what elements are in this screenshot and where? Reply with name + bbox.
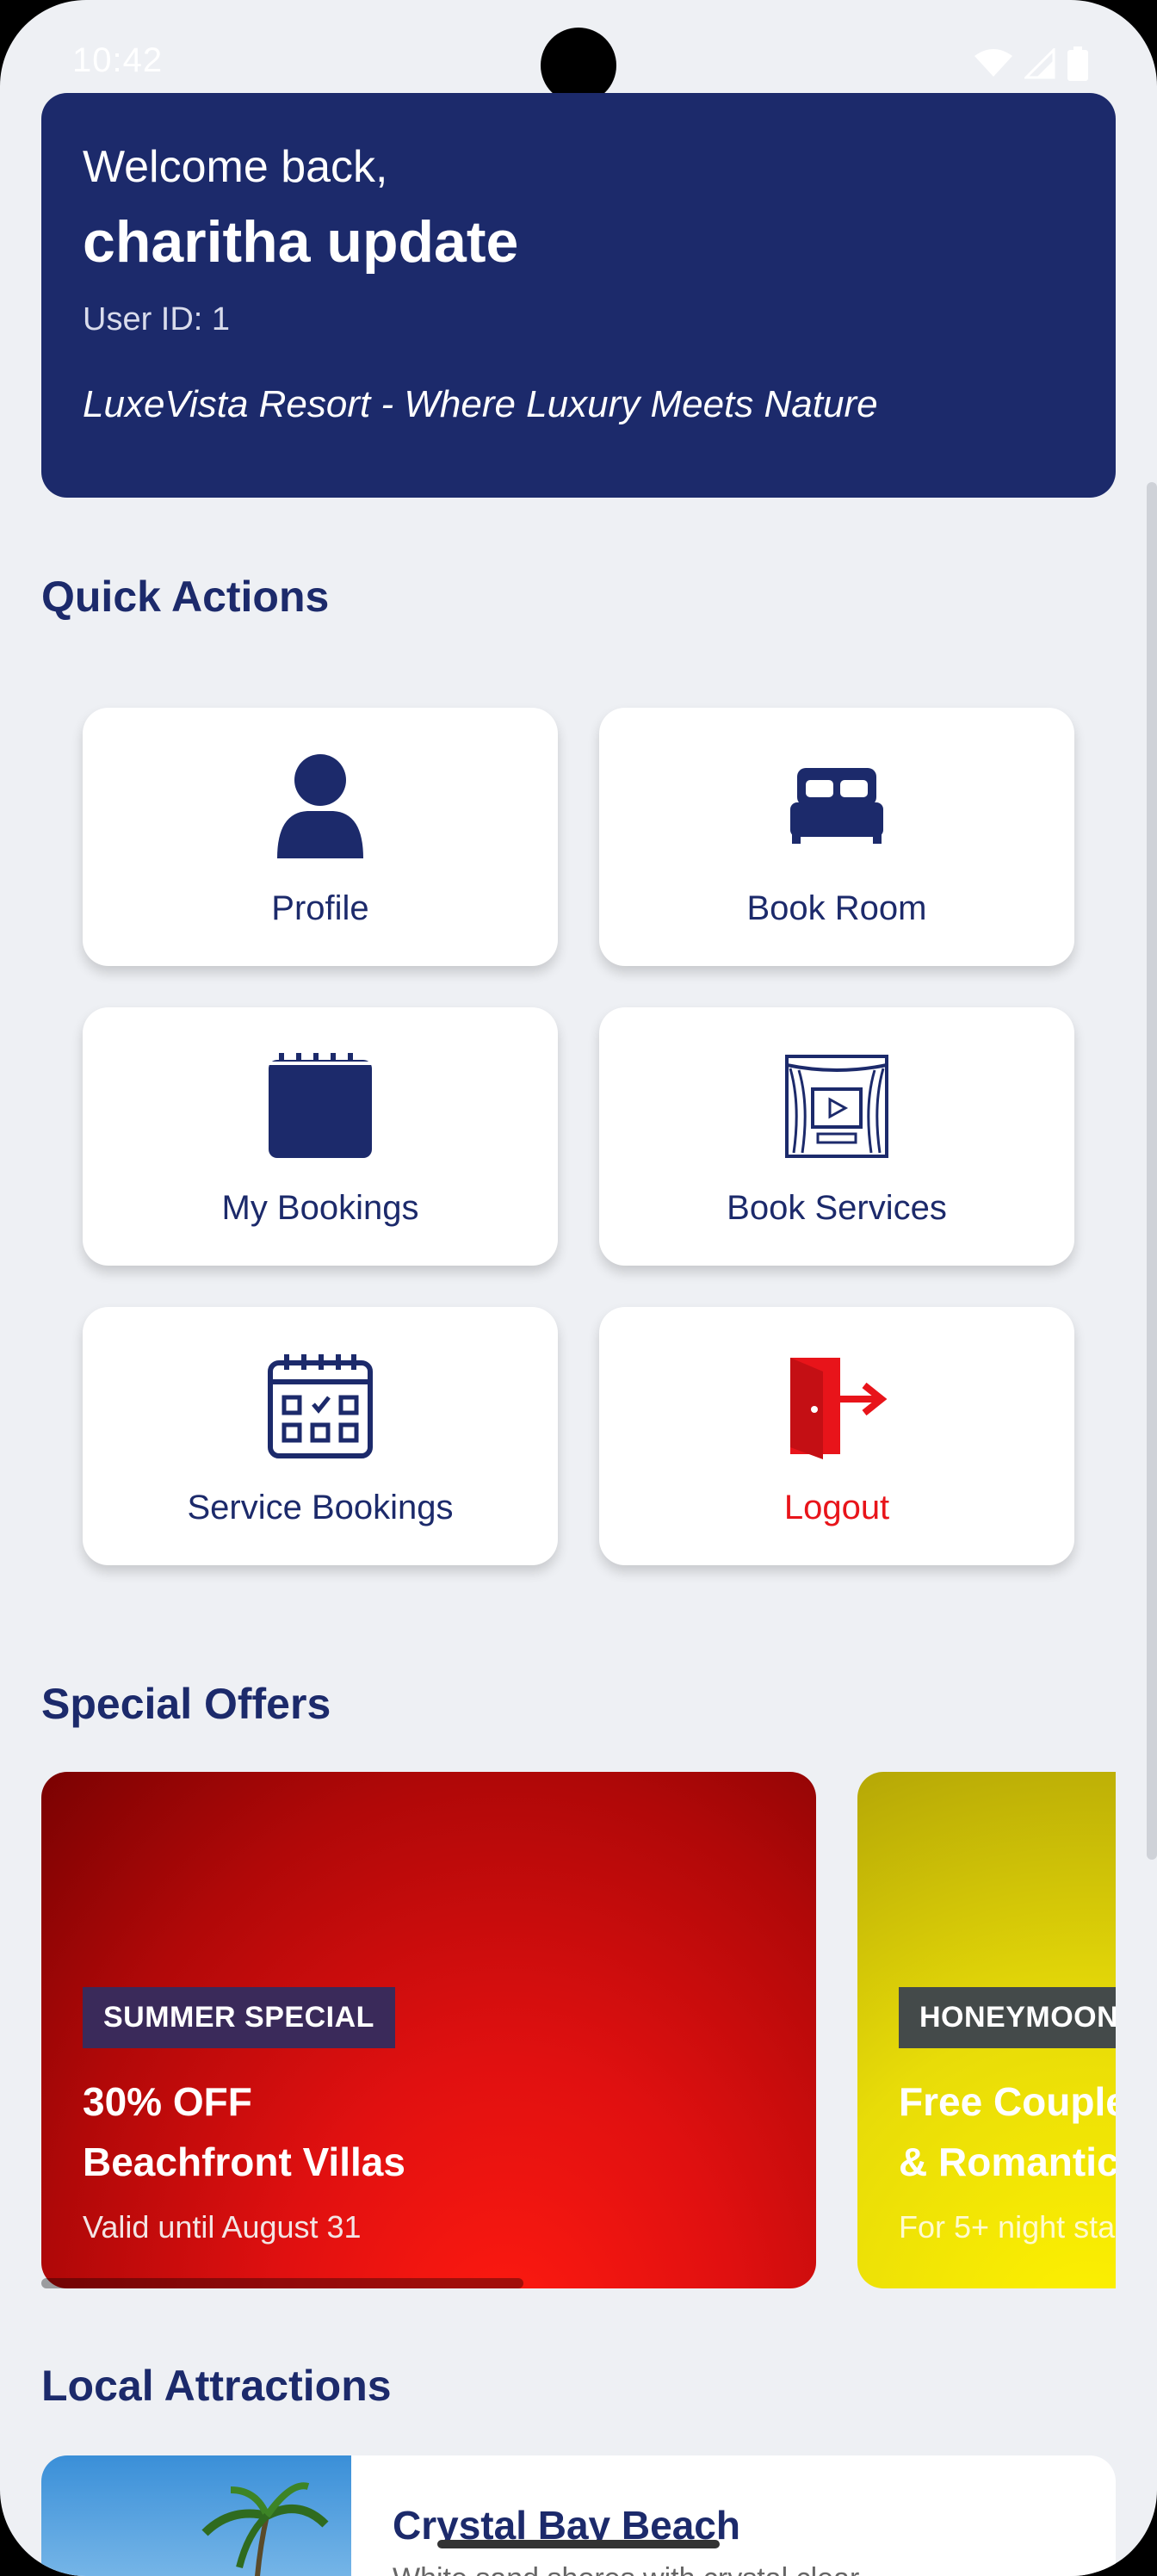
calendar-icon — [260, 1046, 381, 1167]
attraction-card[interactable]: Crystal Bay Beach White sand shores with… — [41, 2455, 1116, 2576]
offer-card[interactable]: SUMMER SPECIAL 30% OFF Beachfront Villas… — [41, 1772, 816, 2288]
welcome-card: Welcome back, charitha update User ID: 1… — [41, 93, 1116, 498]
home-indicator[interactable] — [437, 2540, 720, 2548]
quick-actions-title: Quick Actions — [41, 573, 330, 621]
offer-badge: SUMMER SPECIAL — [83, 1987, 395, 2048]
logout-label: Logout — [783, 1488, 890, 1526]
service-bookings-label: Service Bookings — [187, 1488, 454, 1526]
page-scrollbar[interactable] — [1147, 482, 1157, 1860]
book-room-button[interactable]: Book Room — [599, 708, 1074, 966]
calendar-check-icon — [260, 1346, 381, 1466]
logout-button[interactable]: Logout — [599, 1307, 1074, 1565]
status-bar: 10:42 — [0, 0, 1157, 103]
book-services-button[interactable]: Book Services — [599, 1007, 1074, 1266]
offer-validity: For 5+ night sta — [899, 2209, 1116, 2245]
local-attractions-title: Local Attractions — [41, 2362, 392, 2410]
battery-icon — [1067, 46, 1088, 81]
camera-cutout — [541, 28, 616, 103]
offer-card[interactable]: HONEYMOON Free Couple & Romantic For 5+ … — [857, 1772, 1116, 2288]
service-bookings-button[interactable]: Service Bookings — [83, 1307, 558, 1565]
signal-icon — [1024, 48, 1055, 79]
special-offers-carousel[interactable]: SUMMER SPECIAL 30% OFF Beachfront Villas… — [41, 1772, 1116, 2288]
offer-title: Free Couple & Romantic — [899, 2071, 1116, 2192]
beach-image — [41, 2455, 351, 2576]
status-time: 10:42 — [72, 41, 164, 79]
logout-icon — [776, 1346, 897, 1466]
offer-validity: Valid until August 31 — [83, 2209, 362, 2245]
attraction-description: White sand shores with crystal clear — [393, 2562, 859, 2576]
app-screen: 10:42 Welcome back, charitha update User… — [0, 0, 1157, 2576]
offer-title: 30% OFF Beachfront Villas — [83, 2071, 405, 2192]
offers-scroll-indicator — [41, 2278, 523, 2288]
my-bookings-label: My Bookings — [221, 1188, 419, 1227]
profile-button[interactable]: Profile — [83, 708, 558, 966]
book-services-label: Book Services — [727, 1188, 947, 1227]
user-name: charitha update — [83, 209, 519, 275]
wifi-icon — [974, 49, 1012, 77]
person-icon — [260, 746, 381, 867]
offer-badge: HONEYMOON — [899, 1987, 1116, 2048]
my-bookings-button[interactable]: My Bookings — [83, 1007, 558, 1266]
special-offers-title: Special Offers — [41, 1680, 331, 1728]
offer-title-line2: & Romantic — [899, 2139, 1116, 2184]
book-room-label: Book Room — [746, 889, 927, 927]
theater-icon — [776, 1046, 897, 1167]
status-icons — [974, 46, 1088, 81]
offer-title-line1: Free Couple — [899, 2079, 1116, 2124]
offer-title-line1: 30% OFF — [83, 2079, 252, 2124]
resort-tagline: LuxeVista Resort - Where Luxury Meets Na… — [83, 383, 878, 425]
user-id: User ID: 1 — [83, 301, 231, 337]
profile-label: Profile — [271, 889, 369, 927]
offer-title-line2: Beachfront Villas — [83, 2139, 405, 2184]
bed-icon — [776, 746, 897, 867]
welcome-greeting: Welcome back, — [83, 142, 388, 192]
